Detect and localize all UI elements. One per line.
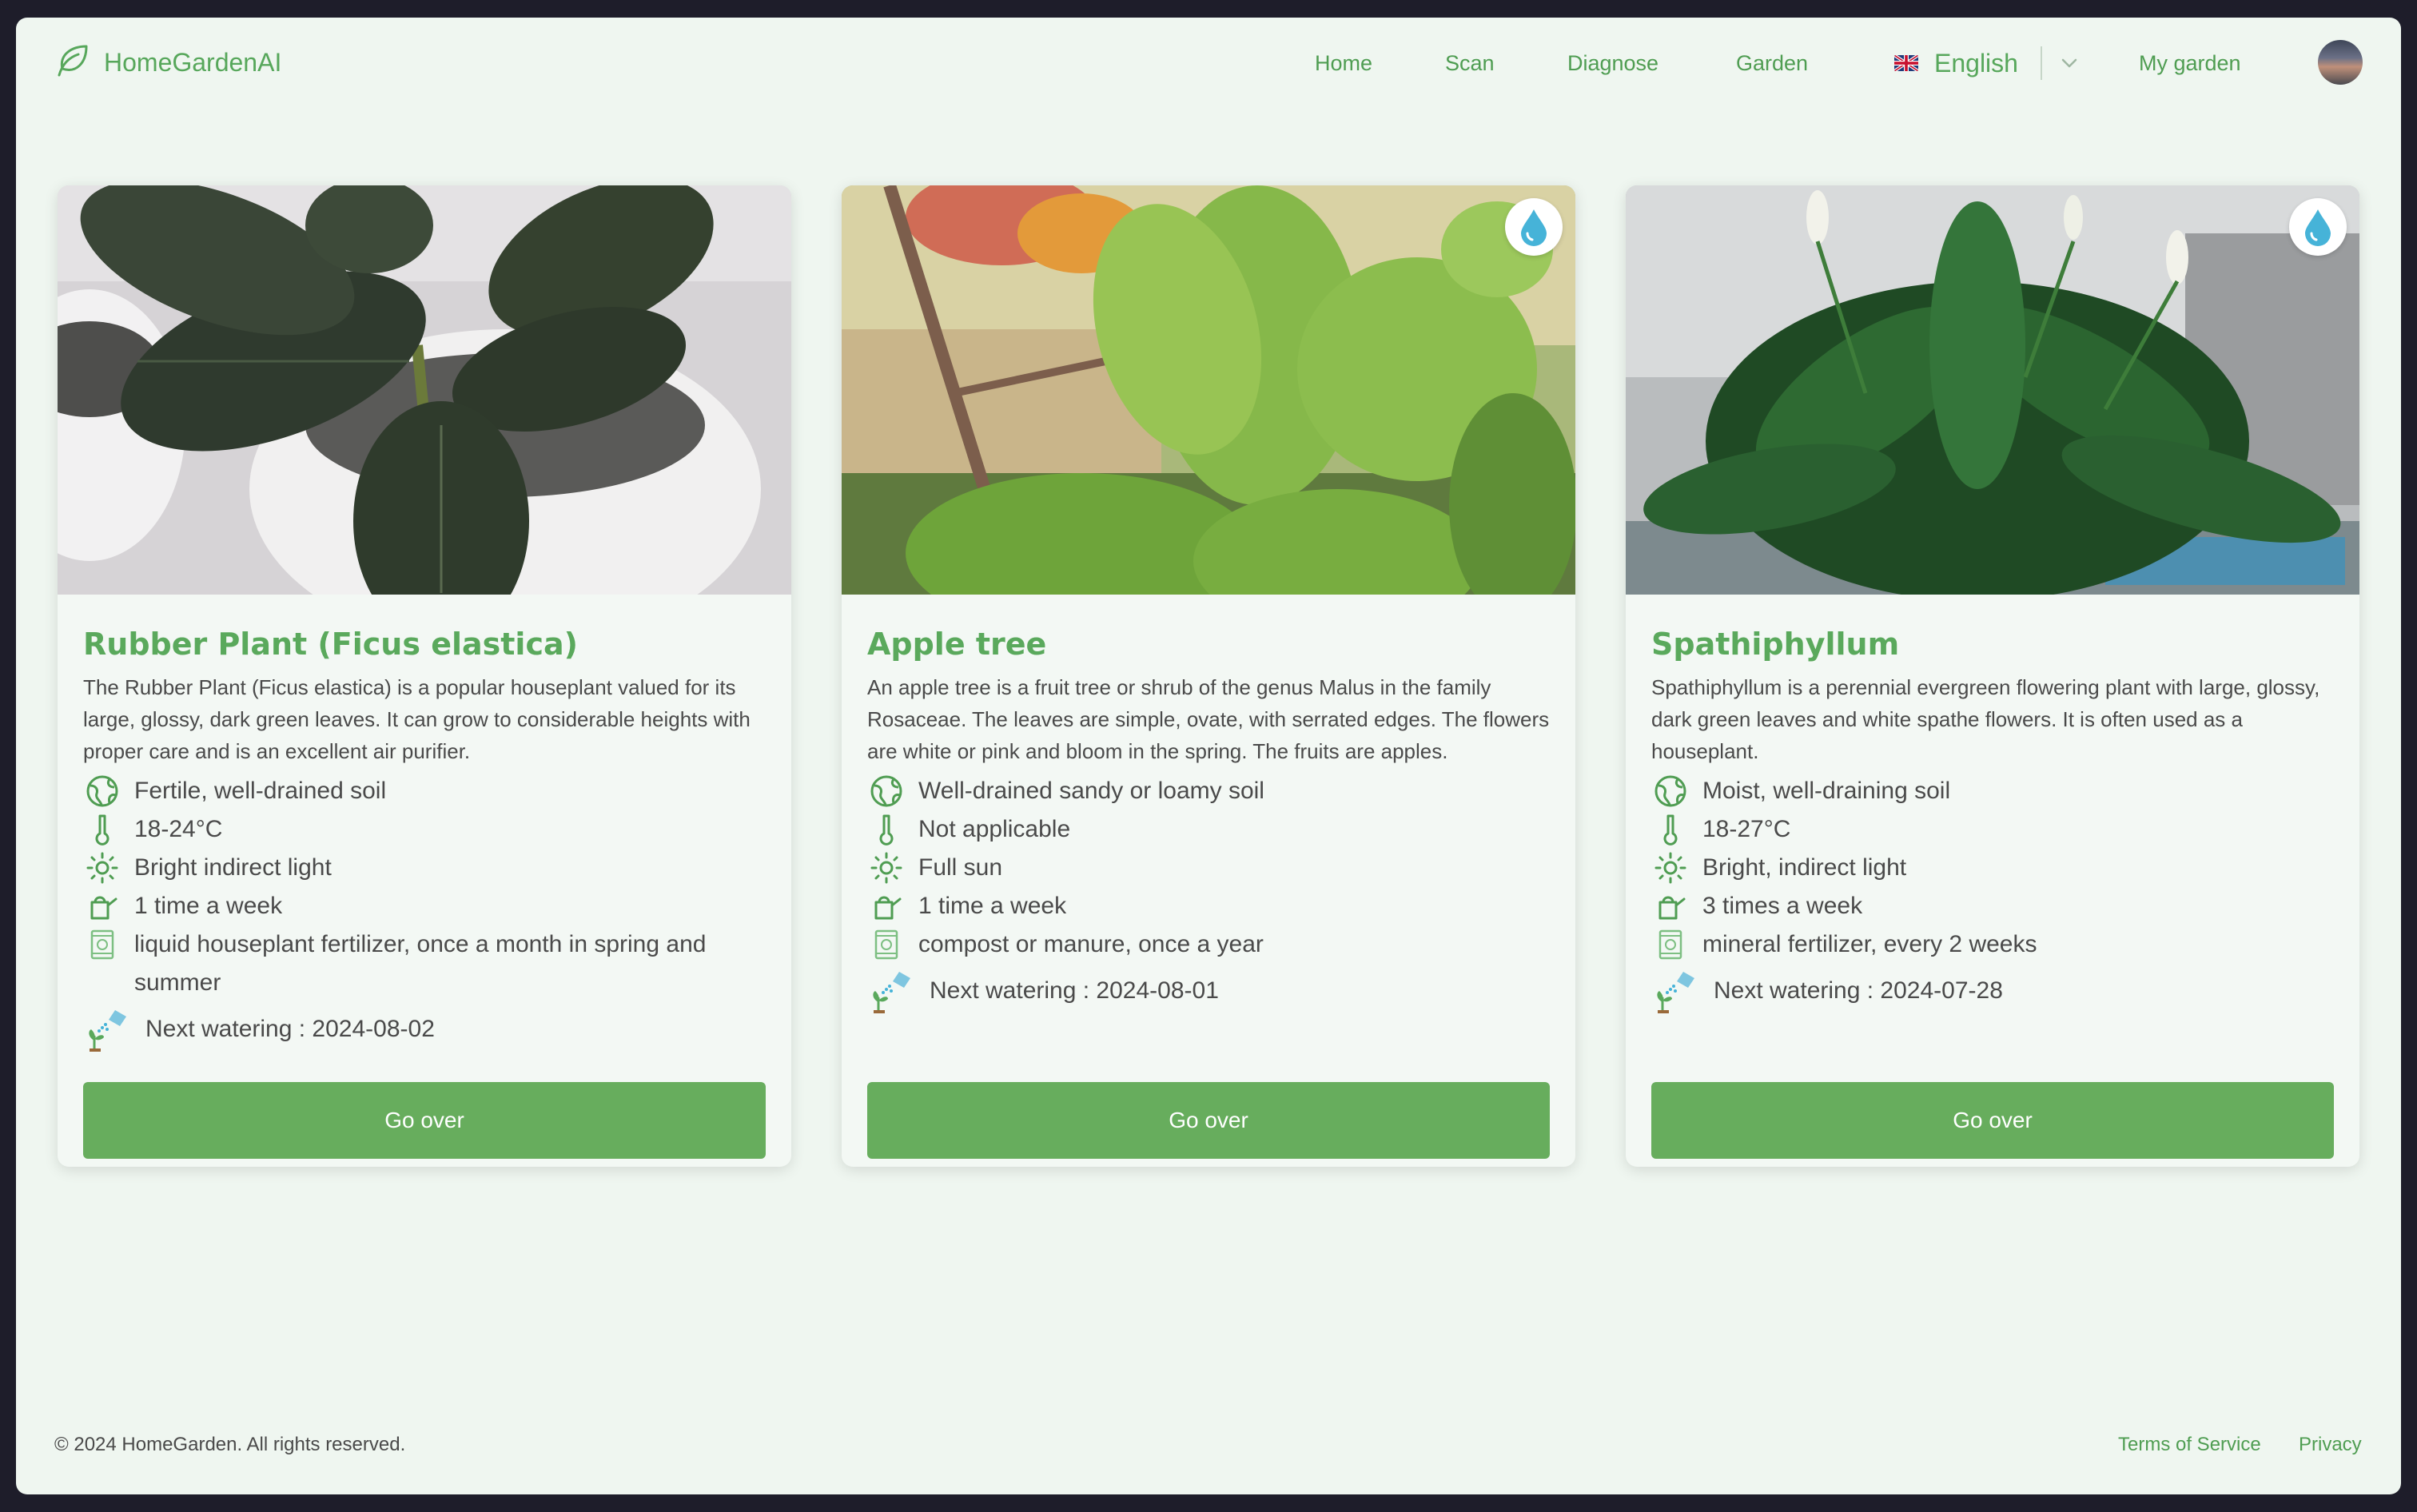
go-over-button[interactable]: Go over xyxy=(867,1082,1550,1159)
plant-title: Spathiphyllum xyxy=(1651,627,1900,662)
avatar[interactable] xyxy=(2318,40,2363,85)
next-watering-row: Next watering : 2024-07-28 xyxy=(1651,967,2339,1015)
watering-row: 3 times a week xyxy=(1651,887,2339,925)
sun-icon xyxy=(83,849,121,887)
light-text: Bright, indirect light xyxy=(1702,854,1907,881)
soil-text: Moist, well-draining soil xyxy=(1702,778,1951,804)
nav-scan[interactable]: Scan xyxy=(1445,51,1495,76)
next-watering-row: Next watering : 2024-08-02 xyxy=(83,1005,770,1053)
watering-row: 1 time a week xyxy=(83,887,770,925)
water-drop-icon xyxy=(2289,198,2347,256)
fertilizer-row: liquid houseplant fertilizer, once a mon… xyxy=(83,925,770,1002)
fertilizer-text: liquid houseplant fertilizer, once a mon… xyxy=(134,931,707,996)
footer-terms-link[interactable]: Terms of Service xyxy=(2118,1434,2261,1456)
watering-can-icon xyxy=(1651,887,1690,925)
uk-flag-icon xyxy=(1894,55,1918,71)
nav-my-garden[interactable]: My garden xyxy=(2139,51,2241,76)
light-text: Full sun xyxy=(918,854,1003,881)
next-watering-row: Next watering : 2024-08-01 xyxy=(867,967,1555,1015)
light-text: Bright indirect light xyxy=(134,854,332,881)
plant-title: Rubber Plant (Ficus elastica) xyxy=(83,627,578,662)
language-divider xyxy=(2040,46,2042,80)
plant-description: The Rubber Plant (Ficus elastica) is a p… xyxy=(83,675,751,763)
plant-description: Spathiphyllum is a perennial evergreen f… xyxy=(1651,675,2320,763)
brand-logo[interactable]: HomeGardenAI xyxy=(54,43,281,82)
plant-photo xyxy=(58,185,791,595)
plant-card-content: Rubber Plant (Ficus elastica) The Rubber… xyxy=(83,627,770,1053)
soil-globe-icon xyxy=(867,772,906,810)
fertilizer-row: mineral fertilizer, every 2 weeks xyxy=(1651,925,2339,964)
nav-home[interactable]: Home xyxy=(1315,51,1372,76)
plant-card-spathiphyllum: Spathiphyllum Spathiphyllum is a perenni… xyxy=(1626,185,2359,1167)
fertilizer-bag-icon xyxy=(867,925,906,964)
plant-description: An apple tree is a fruit tree or shrub o… xyxy=(867,675,1550,763)
footer-privacy-link[interactable]: Privacy xyxy=(2299,1434,2362,1456)
temperature-row: 18-27°C xyxy=(1651,810,2339,849)
watering-can-icon xyxy=(83,887,121,925)
app-window: HomeGardenAI Home Scan Diagnose Garden E… xyxy=(16,18,2401,1494)
temperature-text: 18-27°C xyxy=(1702,816,1791,842)
watering-can-icon xyxy=(867,887,906,925)
temperature-row: Not applicable xyxy=(867,810,1555,849)
thermometer-icon xyxy=(867,810,906,849)
language-label: English xyxy=(1934,48,2018,78)
sun-icon xyxy=(1651,849,1690,887)
watering-text: 3 times a week xyxy=(1702,893,1863,919)
brand-name: HomeGardenAI xyxy=(104,48,282,77)
light-row: Full sun xyxy=(867,849,1555,887)
plant-photo xyxy=(1626,185,2359,595)
light-row: Bright, indirect light xyxy=(1651,849,2339,887)
nav-garden[interactable]: Garden xyxy=(1736,51,1808,76)
soil-row: Moist, well-draining soil xyxy=(1651,772,2339,810)
watering-sprout-icon xyxy=(83,1005,131,1053)
next-watering-text: Next watering : 2024-08-02 xyxy=(145,1016,435,1042)
soil-row: Well-drained sandy or loamy soil xyxy=(867,772,1555,810)
plant-card-apple-tree: Apple tree An apple tree is a fruit tree… xyxy=(842,185,1575,1167)
plant-card-content: Apple tree An apple tree is a fruit tree… xyxy=(867,627,1555,1015)
watering-row: 1 time a week xyxy=(867,887,1555,925)
fertilizer-bag-icon xyxy=(83,925,121,964)
leaf-icon xyxy=(54,43,90,82)
watering-text: 1 time a week xyxy=(918,893,1067,919)
nav-diagnose[interactable]: Diagnose xyxy=(1567,51,1658,76)
thermometer-icon xyxy=(1651,810,1690,849)
soil-globe-icon xyxy=(1651,772,1690,810)
top-navigation-bar: HomeGardenAI Home Scan Diagnose Garden E… xyxy=(16,18,2401,110)
chevron-down-icon[interactable] xyxy=(2058,52,2081,74)
plant-photo xyxy=(842,185,1575,595)
watering-text: 1 time a week xyxy=(134,893,283,919)
footer-copyright: © 2024 HomeGarden. All rights reserved. xyxy=(54,1434,406,1455)
fertilizer-text: mineral fertilizer, every 2 weeks xyxy=(1702,931,2037,957)
next-watering-text: Next watering : 2024-07-28 xyxy=(1714,977,2003,1004)
temperature-text: 18-24°C xyxy=(134,816,223,842)
go-over-button[interactable]: Go over xyxy=(83,1082,766,1159)
watering-sprout-icon xyxy=(867,967,915,1015)
temperature-row: 18-24°C xyxy=(83,810,770,849)
go-over-button[interactable]: Go over xyxy=(1651,1082,2334,1159)
watering-sprout-icon xyxy=(1651,967,1699,1015)
soil-globe-icon xyxy=(83,772,121,810)
plant-card-rubber-plant: Rubber Plant (Ficus elastica) The Rubber… xyxy=(58,185,791,1167)
next-watering-text: Next watering : 2024-08-01 xyxy=(930,977,1219,1004)
thermometer-icon xyxy=(83,810,121,849)
fertilizer-row: compost or manure, once a year xyxy=(867,925,1555,964)
fertilizer-text: compost or manure, once a year xyxy=(918,931,1264,957)
plant-card-content: Spathiphyllum Spathiphyllum is a perenni… xyxy=(1651,627,2339,1015)
language-selector[interactable]: English xyxy=(1894,45,2081,82)
fertilizer-bag-icon xyxy=(1651,925,1690,964)
light-row: Bright indirect light xyxy=(83,849,770,887)
temperature-text: Not applicable xyxy=(918,816,1071,842)
sun-icon xyxy=(867,849,906,887)
plant-title: Apple tree xyxy=(867,627,1047,662)
soil-text: Well-drained sandy or loamy soil xyxy=(918,778,1264,804)
soil-text: Fertile, well-drained soil xyxy=(134,778,387,804)
water-drop-icon xyxy=(1505,198,1563,256)
soil-row: Fertile, well-drained soil xyxy=(83,772,770,810)
